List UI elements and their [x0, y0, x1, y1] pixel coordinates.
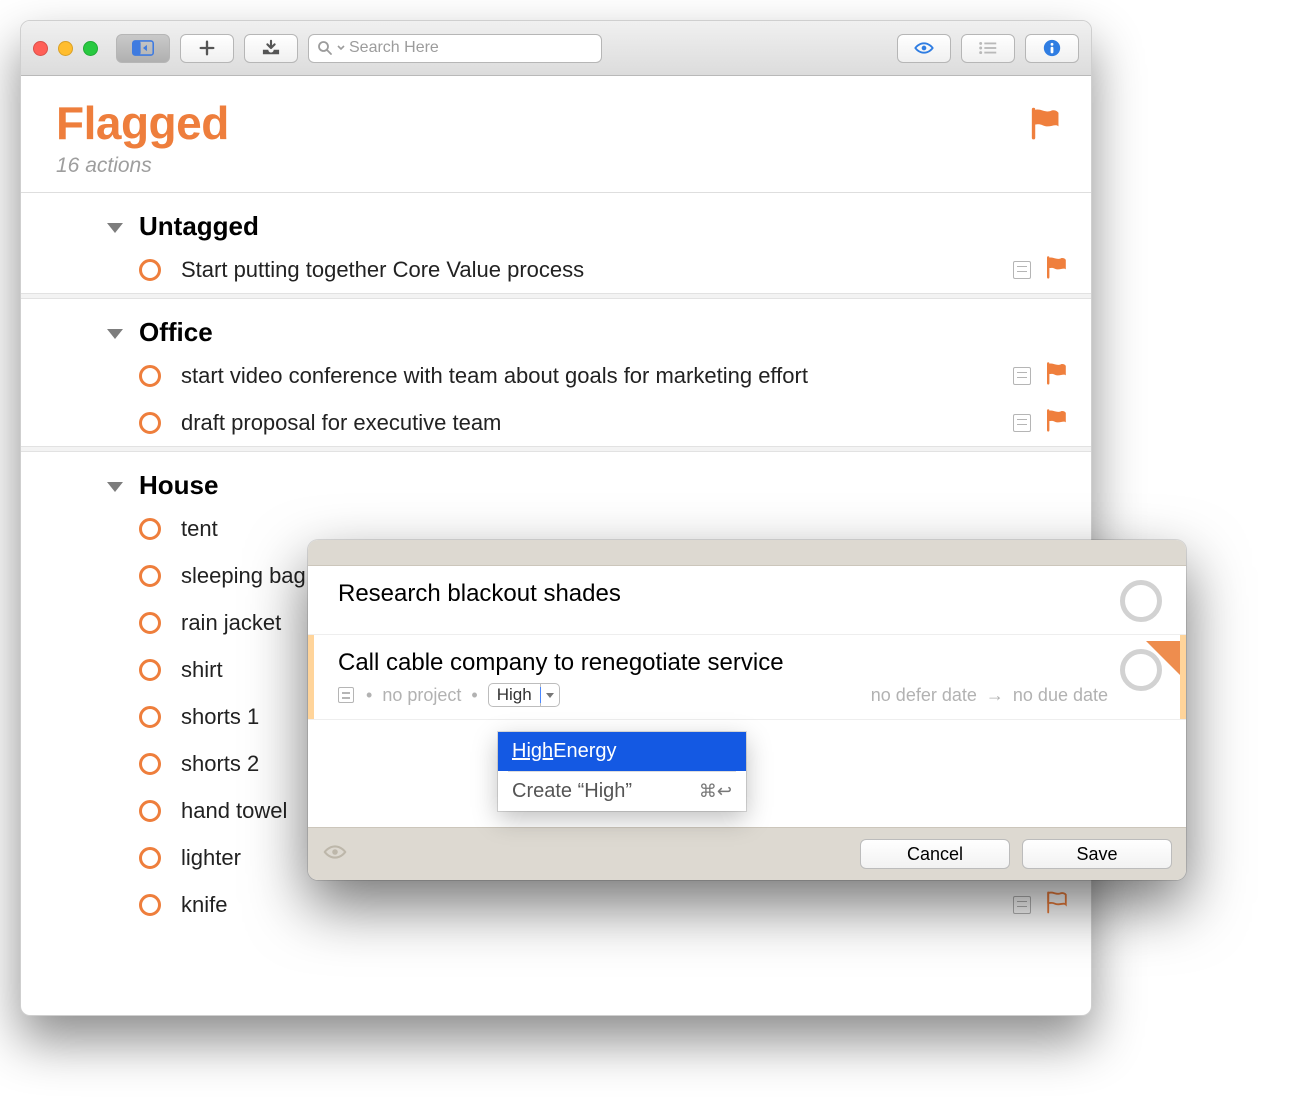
flag-corner-icon	[1146, 641, 1180, 675]
status-circle[interactable]	[139, 612, 161, 634]
window-controls	[33, 41, 98, 56]
group-title: Untagged	[139, 211, 259, 242]
note-icon[interactable]	[1013, 896, 1031, 914]
save-button[interactable]: Save	[1022, 839, 1172, 869]
search-field[interactable]: Search Here	[308, 34, 602, 63]
zoom-window-button[interactable]	[83, 41, 98, 56]
flag-icon[interactable]	[1045, 361, 1069, 391]
inbox-button[interactable]	[244, 34, 298, 63]
note-icon[interactable]	[1013, 367, 1031, 385]
status-circle[interactable]	[139, 894, 161, 916]
note-icon[interactable]	[1013, 414, 1031, 432]
quick-entry-title[interactable]: Call cable company to renegotiate servic…	[338, 649, 1108, 677]
status-circle[interactable]	[139, 706, 161, 728]
group-title: Office	[139, 317, 213, 348]
flag-icon[interactable]	[1045, 408, 1069, 438]
keyboard-shortcut: ⌘↩︎	[699, 781, 732, 802]
group-title: House	[139, 470, 218, 501]
status-circle[interactable]	[139, 800, 161, 822]
status-circle[interactable]	[139, 259, 161, 281]
search-icon	[317, 40, 333, 56]
search-placeholder: Search Here	[349, 39, 439, 57]
view-button[interactable]	[897, 34, 951, 63]
status-circle[interactable]	[139, 847, 161, 869]
perspective-title: Flagged	[56, 96, 1061, 150]
title-bar: Search Here	[21, 21, 1091, 76]
disclosure-triangle-icon[interactable]	[107, 329, 123, 339]
disclosure-triangle-icon[interactable]	[107, 482, 123, 492]
quick-entry-row[interactable]: Research blackout shades	[308, 566, 1186, 635]
quick-entry-meta: no project High no defer date → no due d…	[338, 683, 1108, 707]
action-row[interactable]: draft proposal for executive team	[21, 399, 1091, 446]
close-window-button[interactable]	[33, 41, 48, 56]
panel-titlebar[interactable]	[308, 540, 1186, 566]
defer-date-field[interactable]: no defer date	[871, 685, 977, 705]
new-item-button[interactable]	[180, 34, 234, 63]
flag-icon	[1029, 106, 1063, 140]
flag-icon[interactable]	[1045, 890, 1069, 920]
group-header[interactable]: Office	[21, 299, 1091, 352]
status-circle[interactable]	[139, 753, 161, 775]
action-title: knife	[181, 892, 1013, 918]
action-title: tent	[181, 516, 1069, 542]
chevron-down-icon	[337, 44, 345, 52]
minimize-window-button[interactable]	[58, 41, 73, 56]
inspector-button[interactable]	[1025, 34, 1079, 63]
group-header[interactable]: Untagged	[21, 193, 1091, 246]
due-date-field[interactable]: no due date	[1013, 685, 1108, 705]
autocomplete-option[interactable]: High Energy	[498, 732, 746, 771]
status-circle[interactable]	[139, 565, 161, 587]
chevron-down-icon[interactable]	[541, 693, 559, 698]
status-circle[interactable]	[139, 365, 161, 387]
toggle-sidebar-button[interactable]	[116, 34, 170, 63]
tag-input[interactable]: High	[488, 683, 560, 707]
panel-footer: Cancel Save	[308, 827, 1186, 880]
cancel-button[interactable]: Cancel	[860, 839, 1010, 869]
group-header[interactable]: House	[21, 452, 1091, 505]
status-circle[interactable]	[1120, 580, 1162, 622]
flag-icon[interactable]	[1045, 255, 1069, 285]
quick-entry-row-selected[interactable]: Call cable company to renegotiate servic…	[308, 635, 1186, 720]
action-row[interactable]: knife	[21, 881, 1091, 928]
note-icon[interactable]	[338, 687, 354, 703]
autocomplete-create-option[interactable]: Create “High” ⌘↩︎	[498, 772, 746, 811]
action-title: Start putting together Core Value proces…	[181, 257, 1013, 283]
tag-autocomplete-popup: High Energy Create “High” ⌘↩︎	[498, 732, 746, 811]
status-circle[interactable]	[139, 659, 161, 681]
status-circle[interactable]	[139, 412, 161, 434]
note-icon[interactable]	[1013, 261, 1031, 279]
action-title: start video conference with team about g…	[181, 363, 1013, 389]
disclosure-triangle-icon[interactable]	[107, 223, 123, 233]
eye-icon[interactable]	[322, 841, 348, 867]
project-field[interactable]: no project	[382, 685, 461, 706]
list-view-button[interactable]	[961, 34, 1015, 63]
action-row[interactable]: Start putting together Core Value proces…	[21, 246, 1091, 293]
perspective-header: Flagged 16 actions	[21, 76, 1091, 192]
quick-entry-title[interactable]: Research blackout shades	[338, 580, 1108, 608]
action-title: draft proposal for executive team	[181, 410, 1013, 436]
action-row[interactable]: start video conference with team about g…	[21, 352, 1091, 399]
status-circle[interactable]	[139, 518, 161, 540]
quick-entry-panel: Research blackout shades Call cable comp…	[308, 540, 1186, 880]
perspective-subtitle: 16 actions	[56, 154, 1061, 178]
